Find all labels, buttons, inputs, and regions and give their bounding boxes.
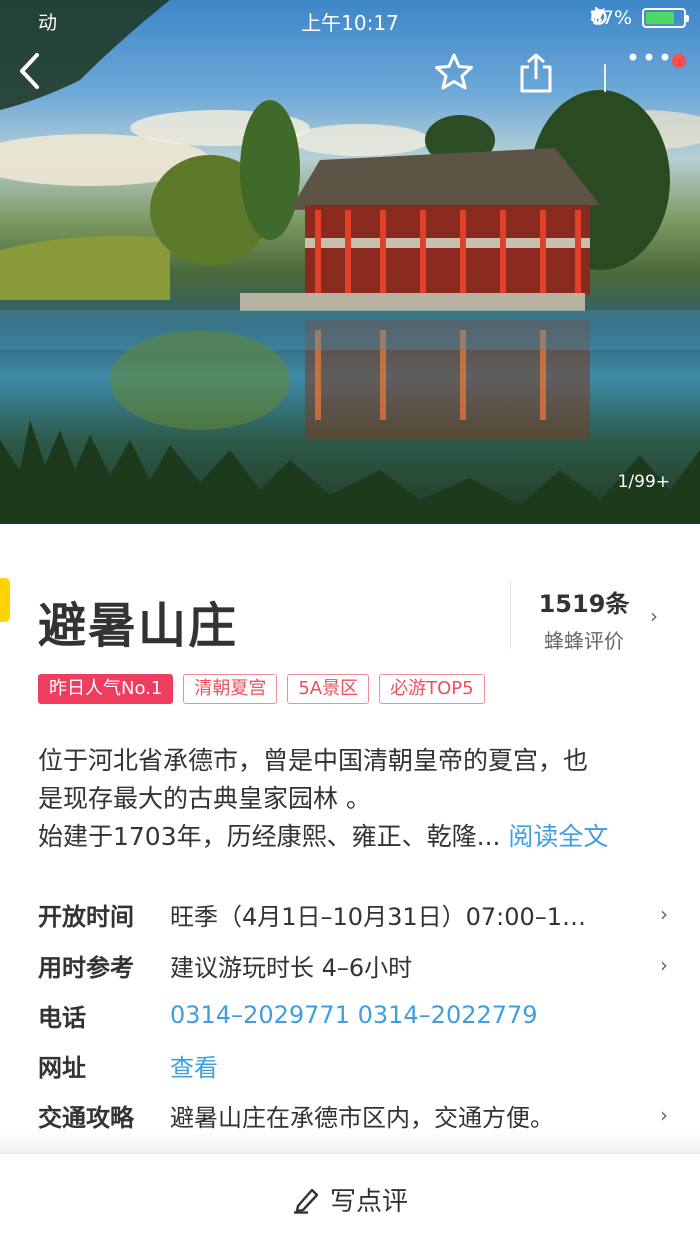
share-button[interactable] xyxy=(518,52,570,104)
review-label: 蜂蜂评价 xyxy=(544,629,624,653)
page-title: 避暑山庄 xyxy=(38,598,239,654)
info-row-phone: 电话 0314–2029771 0314–2022779 xyxy=(38,990,668,1040)
chevron-left-icon xyxy=(20,53,39,89)
reviews-link[interactable]: 1519条 蜂蜂评价 xyxy=(524,580,644,654)
description: 位于河北省承德市，曾是中国清朝皇帝的夏宫，也 是现存最大的古典皇家园林 。 始建… xyxy=(38,742,668,856)
description-line: 位于河北省承德市，曾是中国清朝皇帝的夏宫，也 xyxy=(38,746,589,775)
duration-value: 建议游玩时长 4–6小时 xyxy=(170,953,413,982)
tag-5a: 5A景区 xyxy=(287,674,370,704)
info-row-duration[interactable]: 用时参考 建议游玩时长 4–6小时 › xyxy=(38,940,668,990)
tag-list: 昨日人气No.1 清朝夏宫 5A景区 必游TOP5 xyxy=(38,674,485,704)
info-label: 交通攻略 xyxy=(38,1103,134,1132)
write-review-button[interactable]: 写点评 xyxy=(0,1153,700,1245)
battery-fill xyxy=(646,12,674,24)
status-bar: 动 上午10:17 77% xyxy=(0,0,700,40)
chevron-right-icon: › xyxy=(660,1103,668,1127)
bottom-shadow xyxy=(0,1130,700,1154)
write-review-label: 写点评 xyxy=(329,1187,408,1217)
chevron-right-icon: › xyxy=(660,902,668,926)
star-icon xyxy=(435,53,473,90)
chevron-right-icon[interactable]: › xyxy=(650,604,658,628)
info-label: 开放时间 xyxy=(38,902,134,931)
info-label: 用时参考 xyxy=(38,953,134,982)
info-row-website: 网址 查看 xyxy=(38,1040,668,1090)
brand-marker xyxy=(0,578,10,622)
battery-icon xyxy=(642,8,689,28)
hero-scenery xyxy=(0,0,700,524)
transport-value: 避暑山庄在承德市区内，交通方便。 xyxy=(170,1103,554,1132)
chevron-right-icon: › xyxy=(660,953,668,977)
review-count: 1519条 xyxy=(538,590,630,618)
opening-hours-value: 旺季（4月1日–10月31日）07:00–1… xyxy=(170,902,587,931)
read-more-link[interactable]: 阅读全文 xyxy=(508,822,608,851)
description-line: 是现存最大的古典皇家园林 。 xyxy=(38,784,371,813)
attraction-info-panel: 避暑山庄 1519条 蜂蜂评价 › 昨日人气No.1 清朝夏宫 5A景区 必游T… xyxy=(0,524,700,1154)
status-icons: 77% xyxy=(590,7,689,29)
photo-counter[interactable]: 1/99+ xyxy=(618,472,670,492)
description-line: 始建于1703年，历经康熙、雍正、乾隆... 阅读全文 xyxy=(38,818,668,856)
tag-summer-palace: 清朝夏宫 xyxy=(183,674,278,704)
tag-top5: 必游TOP5 xyxy=(379,674,485,704)
favorite-button[interactable] xyxy=(434,52,486,104)
website-link[interactable]: 查看 xyxy=(170,1048,648,1083)
nav-divider xyxy=(604,64,606,92)
info-label: 网址 xyxy=(38,1053,86,1082)
tag-popularity: 昨日人气No.1 xyxy=(38,674,174,704)
pen-icon xyxy=(293,1188,319,1214)
review-divider xyxy=(510,580,511,650)
phone-link[interactable]: 0314–2029771 0314–2022779 xyxy=(170,1001,648,1029)
info-row-hours[interactable]: 开放时间 旺季（4月1日–10月31日）07:00–1… › xyxy=(38,889,668,939)
more-dots-icon xyxy=(629,53,669,61)
bluetooth-icon xyxy=(590,7,602,25)
info-label: 电话 xyxy=(38,1003,86,1032)
hero-photo[interactable]: 动 上午10:17 77% 1/99+ xyxy=(0,0,700,524)
share-icon xyxy=(520,53,552,93)
description-text: 始建于1703年，历经康熙、雍正、乾隆... xyxy=(38,822,501,851)
notification-dot xyxy=(672,54,686,68)
back-button[interactable] xyxy=(18,52,70,104)
